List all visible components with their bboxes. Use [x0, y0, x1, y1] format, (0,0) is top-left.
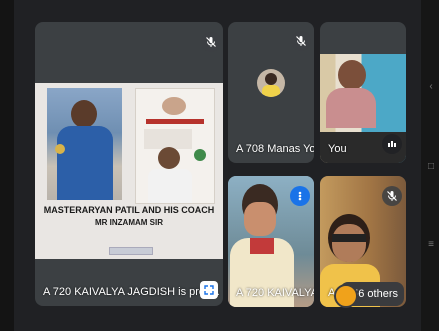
- avatar: [334, 284, 358, 308]
- others-label: 56 others: [352, 288, 398, 300]
- slide-caption-line2: MR INZAMAM SIR: [95, 218, 163, 227]
- back-icon[interactable]: ‹: [426, 82, 436, 92]
- mic-off-icon: [382, 186, 402, 206]
- shared-slide: MASTERARYAN PATIL AND HIS COACH MR INZAM…: [35, 83, 223, 259]
- slide-caption-line1: MASTERARYAN PATIL AND HIS COACH: [43, 205, 215, 215]
- presentation-label: A 720 KAIVALYA JAGDISH is pres...: [43, 286, 220, 298]
- system-nav-bar: ‹ □ ≡: [421, 0, 439, 331]
- participant-name: A 708 Manas Yo...: [236, 143, 314, 155]
- recents-icon[interactable]: ≡: [426, 240, 436, 250]
- slide-footer-strip: [109, 247, 153, 255]
- speaking-indicator-icon: [290, 186, 310, 206]
- athlete-photo: [47, 88, 122, 200]
- participant-tile-kaivalya[interactable]: A 720 KAIVALYA ...: [228, 176, 314, 307]
- participant-name: A 720 KAIVALYA ...: [236, 287, 314, 299]
- fullscreen-icon[interactable]: [200, 281, 218, 299]
- mic-off-icon: [201, 32, 221, 52]
- mic-off-icon: [291, 31, 311, 51]
- coach-photo: [135, 88, 215, 204]
- audio-levels-icon: [382, 134, 402, 154]
- participant-tile-you[interactable]: You: [320, 22, 406, 163]
- participant-name: You: [328, 143, 347, 155]
- meeting-screen: ‹ □ ≡ A 720 KAIVALYA JAGDISH is pres... …: [0, 0, 439, 331]
- avatar: [257, 69, 285, 97]
- screen-edge-left: [0, 0, 14, 331]
- home-icon[interactable]: □: [426, 162, 436, 172]
- participant-tile-manas[interactable]: A 708 Manas Yo...: [228, 22, 314, 163]
